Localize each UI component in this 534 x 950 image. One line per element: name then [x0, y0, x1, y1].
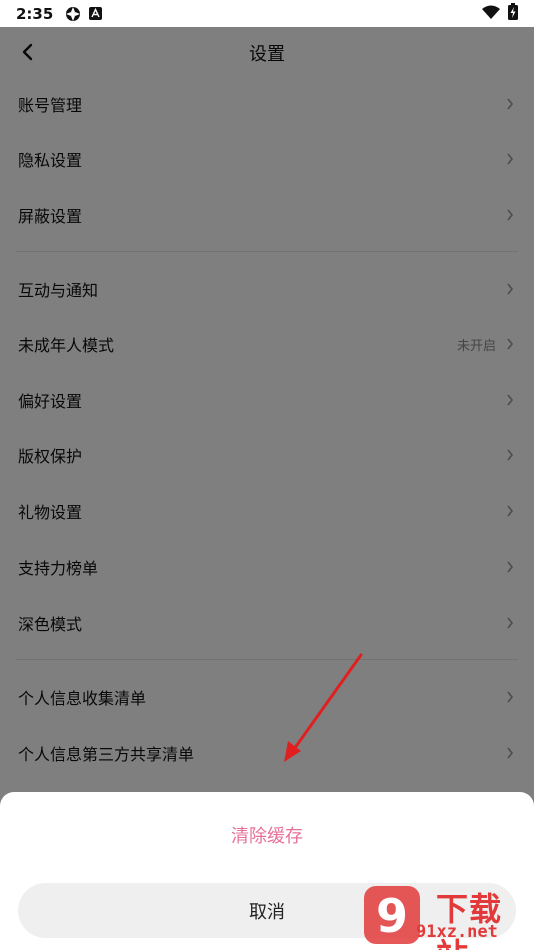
action-sheet: 清除缓存 取消 — [0, 792, 534, 950]
clear-cache-button[interactable]: 清除缓存 — [0, 822, 534, 848]
cancel-button[interactable]: 取消 — [18, 883, 516, 938]
status-bar: 2:35 — [0, 0, 534, 27]
app-notification-icon — [65, 6, 81, 22]
battery-charging-icon — [508, 3, 518, 24]
wifi-icon — [482, 5, 500, 23]
a-notification-icon — [89, 7, 103, 20]
status-time: 2:35 — [16, 4, 54, 23]
